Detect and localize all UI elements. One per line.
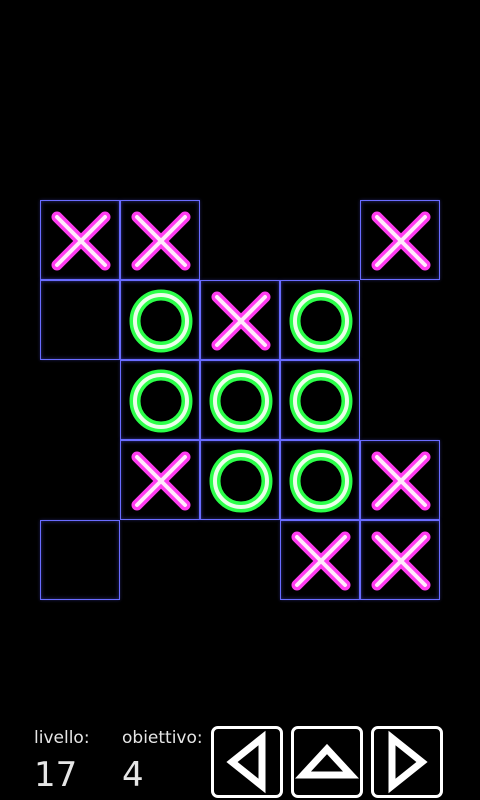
cell-o[interactable] (280, 440, 360, 520)
right-triangle-icon (388, 730, 428, 794)
cell-x[interactable] (360, 520, 440, 600)
o-mark-icon (209, 449, 273, 513)
x-mark-icon (371, 211, 431, 271)
game-screen: livello: 17 obiettivo: 4 (0, 0, 480, 800)
left-arrow-button[interactable] (211, 726, 283, 798)
cell-empty[interactable] (40, 520, 120, 600)
cell-o[interactable] (200, 360, 280, 440)
goal-label: obiettivo: (122, 728, 203, 748)
goal-value: 4 (122, 755, 144, 795)
level-label: livello: (34, 728, 90, 748)
x-mark-icon (371, 531, 431, 591)
x-mark-icon (131, 451, 191, 511)
o-mark-icon (129, 369, 193, 433)
o-mark-icon (129, 289, 193, 353)
cell-o[interactable] (280, 280, 360, 360)
cell-x[interactable] (120, 440, 200, 520)
x-mark-icon (131, 211, 191, 271)
cell-x[interactable] (200, 280, 280, 360)
cell-x[interactable] (280, 520, 360, 600)
x-mark-icon (51, 211, 111, 271)
cell-x[interactable] (120, 200, 200, 280)
x-mark-icon (211, 291, 271, 351)
o-mark-icon (289, 369, 353, 433)
x-mark-icon (291, 531, 351, 591)
o-mark-icon (289, 289, 353, 353)
cell-o[interactable] (120, 360, 200, 440)
cell-x[interactable] (360, 200, 440, 280)
cell-o[interactable] (200, 440, 280, 520)
left-triangle-icon (226, 730, 266, 794)
cell-x[interactable] (360, 440, 440, 520)
up-arrow-button[interactable] (291, 726, 363, 798)
cell-x[interactable] (40, 200, 120, 280)
game-board (0, 0, 480, 800)
o-mark-icon (289, 449, 353, 513)
level-value: 17 (34, 755, 78, 795)
cell-empty[interactable] (40, 280, 120, 360)
up-triangle-icon (295, 743, 359, 779)
cell-o[interactable] (120, 280, 200, 360)
x-mark-icon (371, 451, 431, 511)
o-mark-icon (209, 369, 273, 433)
cell-o[interactable] (280, 360, 360, 440)
right-arrow-button[interactable] (371, 726, 443, 798)
